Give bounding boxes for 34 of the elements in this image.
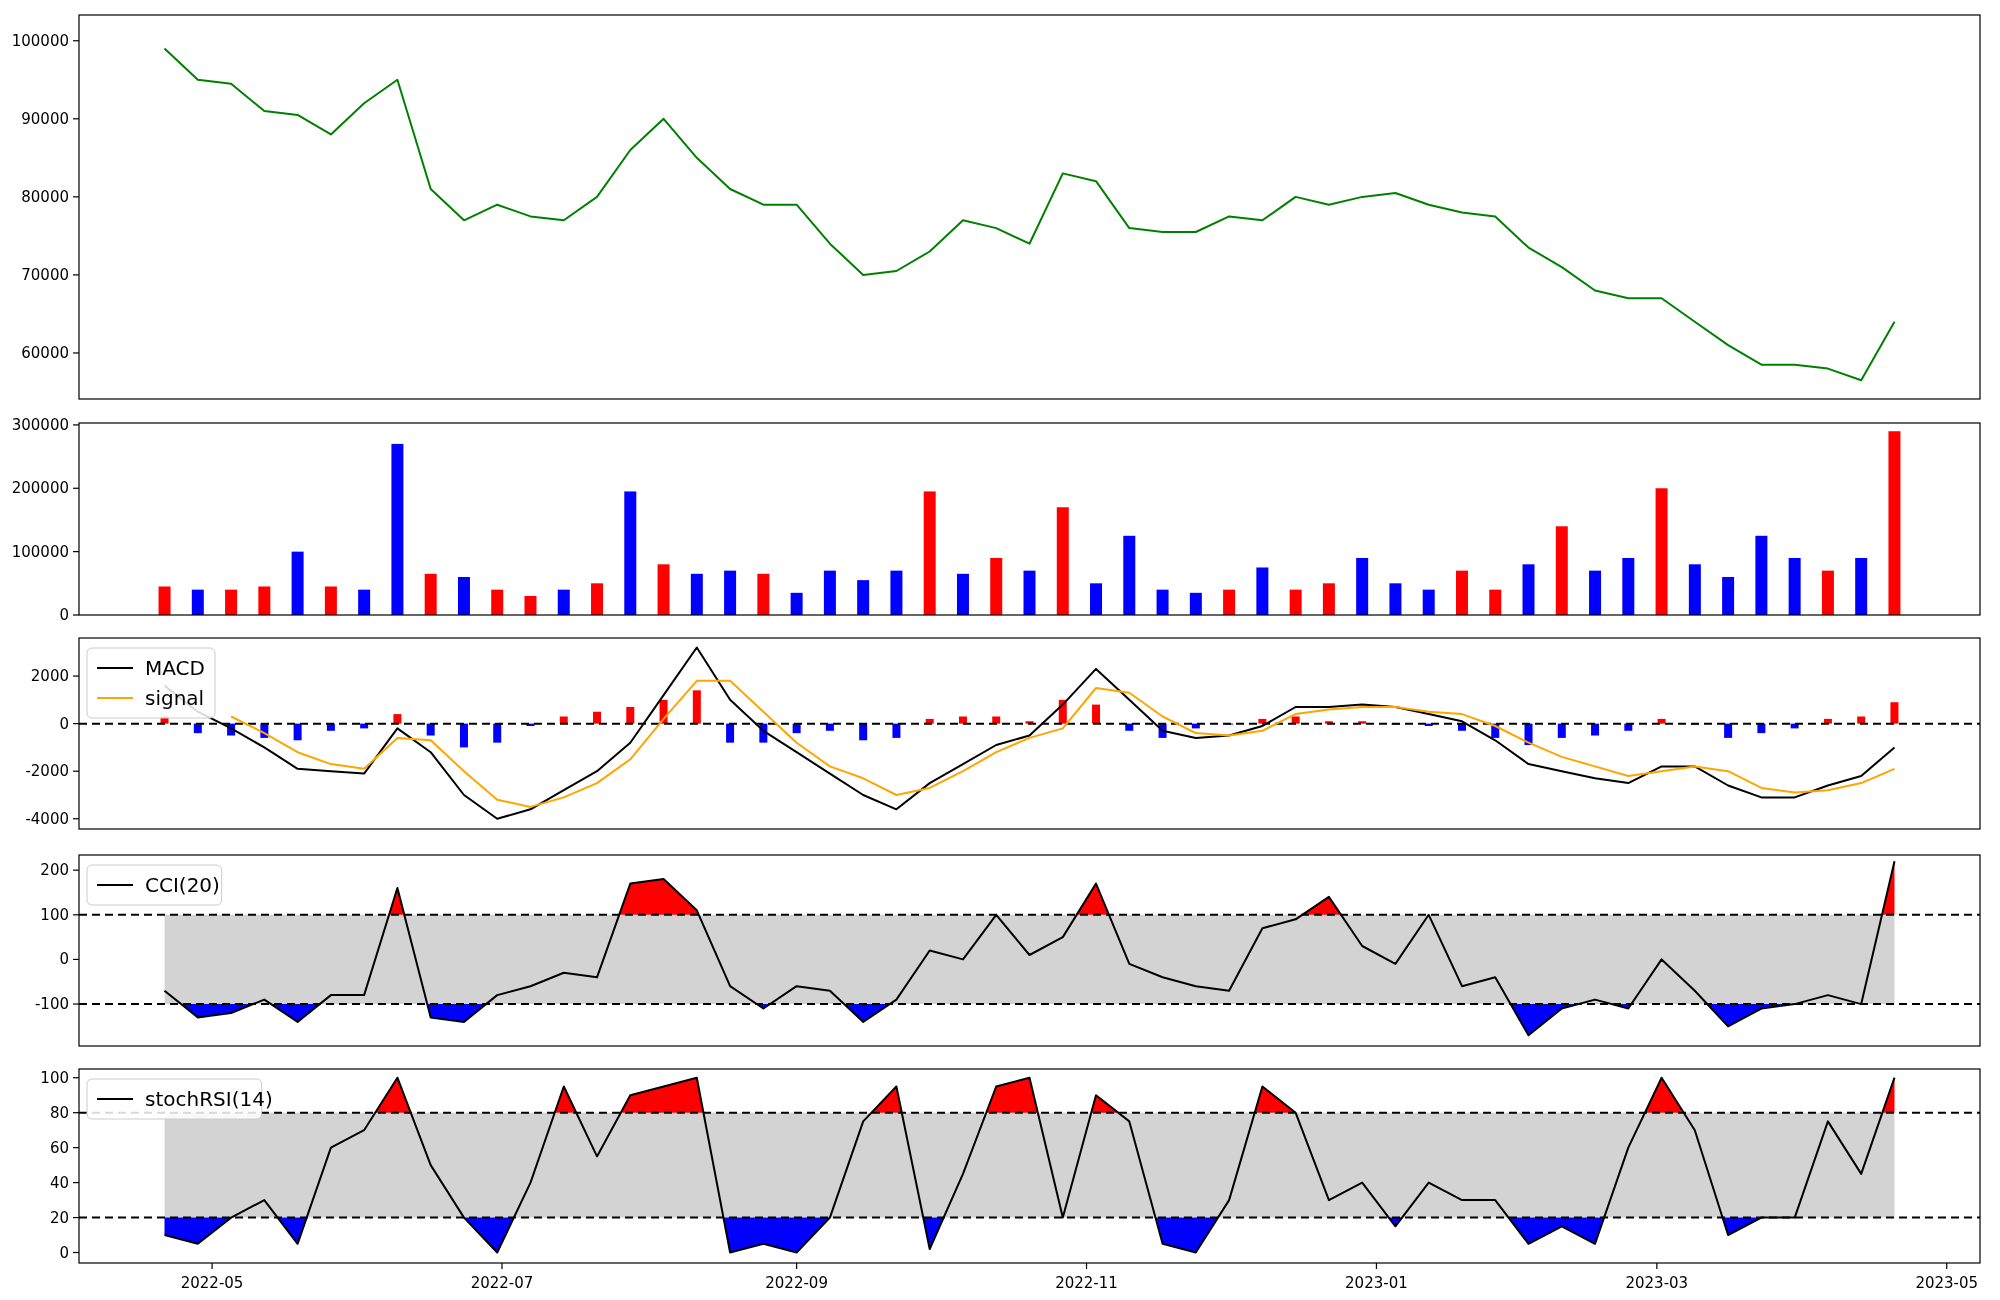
y-tick-label: 20 (49, 1208, 69, 1227)
y-tick-label: 70000 (21, 265, 69, 284)
y-tick-label: 200000 (11, 479, 69, 498)
x-tick-label: 2022-11 (1055, 1274, 1118, 1292)
y-tick-label: 2000 (30, 667, 69, 686)
y-tick-label: 90000 (21, 109, 69, 128)
y-tick-label: 60 (49, 1138, 69, 1157)
legend-label: signal (145, 686, 205, 710)
x-tick-label: 2022-09 (765, 1274, 828, 1292)
x-tick-label: 2022-05 (180, 1274, 244, 1292)
y-tick-label: 100 (40, 1068, 69, 1087)
y-tick-label: 0 (59, 950, 69, 969)
y-tick-label: -100 (34, 995, 69, 1014)
legend-label: CCI(20) (145, 873, 220, 897)
y-tick-label: 80000 (21, 187, 69, 206)
y-tick-label: 300000 (11, 415, 69, 434)
y-tick-label: 0 (59, 714, 69, 733)
y-tick-label: 60000 (21, 343, 69, 362)
y-tick-label: 100 (40, 905, 69, 924)
y-tick-label: 100000 (11, 31, 69, 50)
y-tick-label: -2000 (25, 762, 69, 781)
x-tick-label: 2023-05 (1915, 1274, 1979, 1292)
x-tick-label: 2023-03 (1625, 1274, 1689, 1292)
y-tick-label: 200 (40, 861, 69, 880)
x-tick-label: 2022-07 (470, 1274, 534, 1292)
y-tick-label: 0 (59, 606, 69, 624)
y-tick-label: 40 (49, 1173, 69, 1192)
y-tick-label: 80 (49, 1103, 69, 1122)
y-tick-label: 0 (59, 1243, 69, 1262)
y-tick-label: -4000 (25, 809, 69, 828)
x-tick-label: 2023-01 (1345, 1274, 1408, 1292)
y-tick-label: 100000 (11, 542, 69, 561)
legend-label: stochRSI(14) (145, 1087, 273, 1111)
legend-label: MACD (145, 656, 205, 680)
